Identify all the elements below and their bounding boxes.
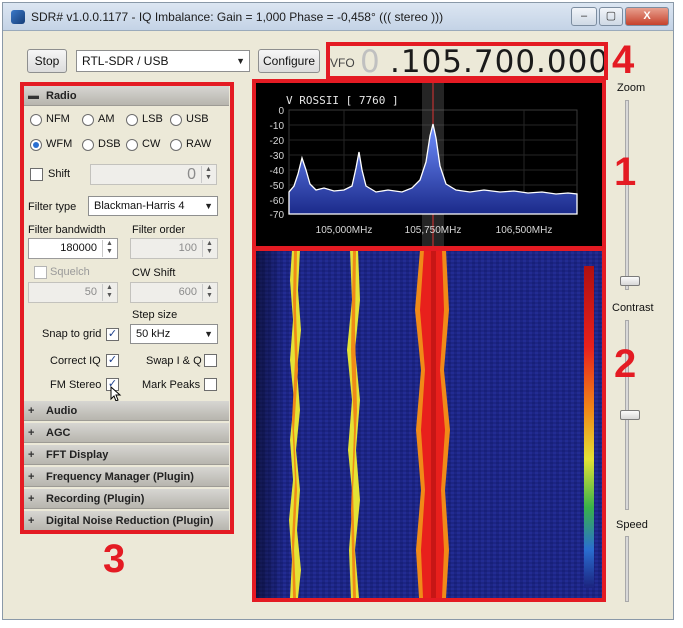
speed-label: Speed: [616, 519, 648, 531]
source-select-value: RTL-SDR / USB: [82, 54, 169, 68]
maximize-button[interactable]: ▢: [599, 7, 623, 26]
contrast-label: Contrast: [612, 302, 654, 314]
zoom-label: Zoom: [617, 82, 646, 94]
configure-button[interactable]: Configure: [258, 49, 320, 73]
chevron-down-icon: ▼: [236, 56, 245, 66]
close-button[interactable]: X: [625, 7, 669, 26]
annotation-box-radio-panel: [20, 82, 234, 534]
annotation-number-4: 4: [612, 38, 635, 82]
stop-button[interactable]: Stop: [27, 49, 67, 73]
annotation-number-2: 2: [614, 342, 637, 386]
source-select[interactable]: RTL-SDR / USB ▼: [76, 50, 250, 72]
zoom-slider-thumb[interactable]: [620, 276, 640, 286]
zoom-slider-track[interactable]: [625, 100, 629, 290]
minimize-button[interactable]: –: [571, 7, 597, 26]
annotation-number-1: 1: [614, 150, 637, 194]
speed-slider-track[interactable]: [625, 536, 629, 602]
annotation-number-3: 3: [103, 537, 126, 581]
title-bar: SDR# v1.0.0.1177 - IQ Imbalance: Gain = …: [3, 3, 673, 31]
app-icon: [11, 10, 25, 24]
window-title: SDR# v1.0.0.1177 - IQ Imbalance: Gain = …: [31, 10, 444, 24]
annotation-box-spectrum: [252, 79, 606, 251]
contrast-slider-thumb[interactable]: [620, 410, 640, 420]
annotation-box-waterfall: [252, 246, 606, 602]
annotation-box-vfo: [326, 42, 608, 80]
